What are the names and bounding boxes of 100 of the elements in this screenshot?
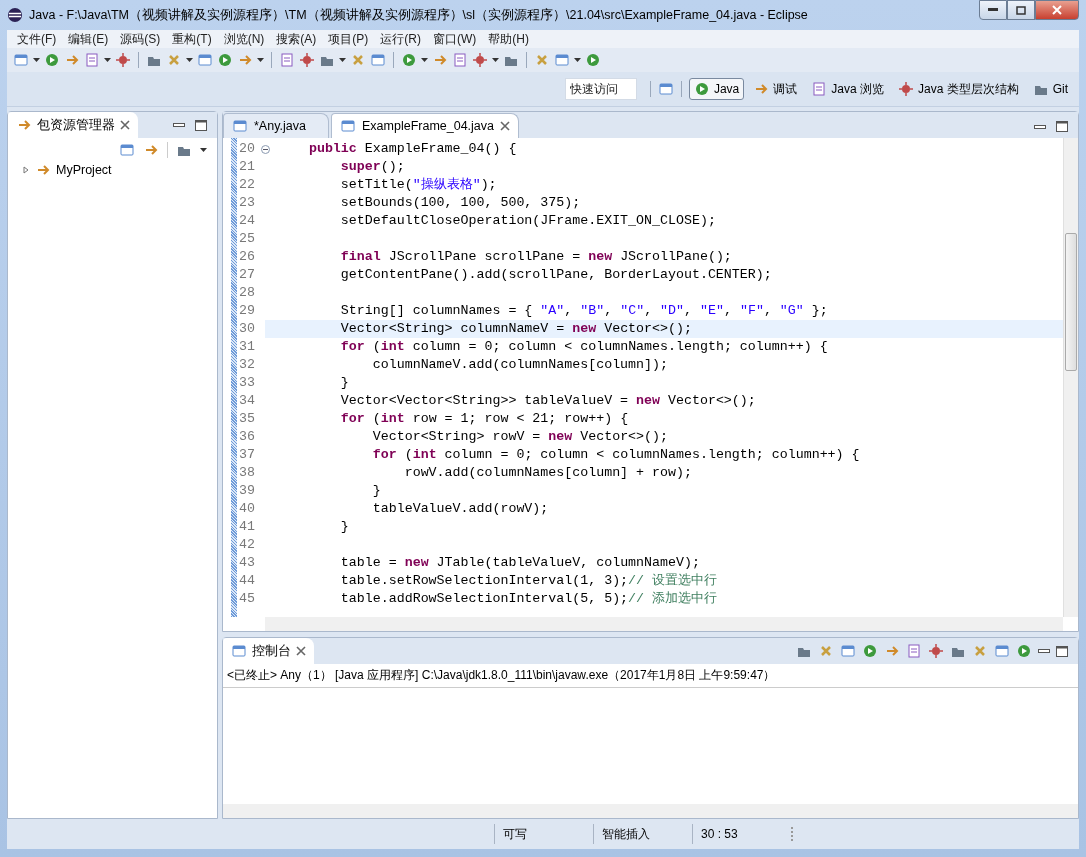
line-number: 21 xyxy=(238,158,256,176)
menu-item[interactable]: 浏览(N) xyxy=(217,30,271,48)
code-line: final JScrollPane scrollPane = new JScrollPane(); xyxy=(339,248,732,266)
line-number: 33 xyxy=(238,374,256,392)
menu-item[interactable]: 运行(R) xyxy=(374,30,427,48)
code-line: tableValueV.add(rowV); xyxy=(371,500,549,518)
minimize-icon[interactable] xyxy=(173,123,185,127)
close-icon[interactable] xyxy=(120,120,130,130)
perspective-button[interactable]: Java 类型层次结构 xyxy=(892,78,1024,100)
dropdown-caret-icon[interactable] xyxy=(257,58,264,62)
line-number: 25 xyxy=(238,230,256,248)
maximize-icon xyxy=(1016,5,1026,15)
code-line: public ExampleFrame_04() { xyxy=(307,140,517,158)
status-text: 智能插入 xyxy=(593,824,692,844)
code-line: table = new JTable(tableValueV, columnNameV); xyxy=(339,554,700,572)
menu-item[interactable]: 文件(F) xyxy=(11,30,63,48)
code-line: } xyxy=(371,482,381,500)
perspective-button[interactable]: Java 浏览 xyxy=(806,78,889,100)
code-line: super(); xyxy=(339,158,405,176)
status-text: 可写 xyxy=(494,824,593,844)
line-number: 42 xyxy=(238,536,256,554)
perspective-icon[interactable] xyxy=(897,81,914,97)
code-line: for (int column = 0; column < columnNames.length; column++) { xyxy=(339,338,828,356)
minimize-icon[interactable] xyxy=(1038,649,1050,653)
maximize-icon[interactable] xyxy=(1056,645,1068,657)
close-button[interactable] xyxy=(1035,0,1079,20)
menu-item[interactable]: 搜索(A) xyxy=(270,30,323,48)
tree-item[interactable]: MyProject xyxy=(56,163,112,177)
line-number: 40 xyxy=(238,500,256,518)
quick-access-field[interactable]: 快速访问 xyxy=(564,78,637,100)
line-number: 26 xyxy=(238,248,256,266)
horizontal-scrollbar[interactable] xyxy=(265,617,1063,631)
close-icon[interactable] xyxy=(500,121,510,131)
line-number: 32 xyxy=(238,356,256,374)
collapsed-arrow-icon[interactable] xyxy=(22,166,30,174)
menu-item[interactable]: 编辑(E) xyxy=(62,30,115,48)
maximize-icon[interactable] xyxy=(195,119,207,131)
line-number: 27 xyxy=(238,266,256,284)
dropdown-caret-icon[interactable] xyxy=(574,58,581,62)
code-line: columnNameV.add(columnNames[column]); xyxy=(371,356,668,374)
line-number: 22 xyxy=(238,176,256,194)
fold-icon[interactable] xyxy=(261,144,270,154)
perspective-button[interactable]: Java xyxy=(688,78,745,100)
line-number: 45 xyxy=(238,590,256,608)
perspective-icon[interactable] xyxy=(693,81,710,97)
eclipse-logo-icon xyxy=(7,7,23,23)
close-icon[interactable] xyxy=(296,646,306,656)
explorer-tab[interactable]: 包资源管理器 xyxy=(8,112,138,138)
code-line: table.addRowSelectionInterval(5, 5);// 添加选中行 xyxy=(339,590,718,608)
dropdown-caret-icon[interactable] xyxy=(339,58,346,62)
line-number: 30 xyxy=(238,320,256,338)
maximize-icon[interactable] xyxy=(1056,121,1068,132)
code-line: for (int column = 0; column < columnNames.length; column++) { xyxy=(371,446,860,464)
code-line: setBounds(100, 100, 500, 375); xyxy=(339,194,581,212)
perspective-icon[interactable] xyxy=(811,81,828,97)
minimize-icon[interactable] xyxy=(1034,124,1046,129)
code-line: table.setRowSelectionInterval(1, 3);// 设置选中行 xyxy=(339,572,718,590)
dropdown-caret-icon[interactable] xyxy=(33,58,40,62)
code-line: setDefaultCloseOperation(JFrame.EXIT_ON_CLOSE); xyxy=(339,212,716,230)
line-number: 36 xyxy=(238,428,256,446)
console-tab[interactable]: 控制台 xyxy=(223,638,314,664)
line-number: 31 xyxy=(238,338,256,356)
window-title: Java - F:\Java\TM（视频讲解及实例源程序）\TM（视频讲解及实例源程序）\sl（实例源程序）\21.04\src\ExampleFrame_04.java - Eclipse xyxy=(29,6,808,24)
perspective-button[interactable]: 调试 xyxy=(748,78,803,100)
dropdown-caret-icon[interactable] xyxy=(200,148,207,152)
close-icon xyxy=(1051,5,1063,15)
maximize-button[interactable] xyxy=(1007,0,1035,20)
line-number: 38 xyxy=(238,464,256,482)
code-line: } xyxy=(339,518,349,536)
line-number: 43 xyxy=(238,554,256,572)
console-description: <已终止> Any（1） [Java 应用程序] C:\Java\jdk1.8.0_111\bin\javaw.exe（2017年1月8日 上午9:59:47） xyxy=(223,664,1078,688)
minimize-button[interactable] xyxy=(979,0,1007,20)
line-number: 37 xyxy=(238,446,256,464)
line-number: 35 xyxy=(238,410,256,428)
dropdown-caret-icon[interactable] xyxy=(492,58,499,62)
dropdown-caret-icon[interactable] xyxy=(186,58,193,62)
line-number: 24 xyxy=(238,212,256,230)
code-line: String[] columnNames = { "A", "B", "C", "D", "E", "F", "G" }; xyxy=(339,302,828,320)
status-text: 30 : 53 xyxy=(692,824,791,844)
menu-item[interactable]: 重构(T) xyxy=(166,30,218,48)
editor-tab[interactable]: *Any.java xyxy=(223,113,329,138)
dropdown-caret-icon[interactable] xyxy=(104,58,111,62)
line-number: 41 xyxy=(238,518,256,536)
menu-item[interactable]: 源码(S) xyxy=(114,30,167,48)
editor-tab[interactable]: ExampleFrame_04.java xyxy=(331,113,519,138)
line-number: 34 xyxy=(238,392,256,410)
line-number: 23 xyxy=(238,194,256,212)
menu-item[interactable]: 项目(P) xyxy=(322,30,375,48)
menu-item[interactable]: 窗口(W) xyxy=(427,30,483,48)
vertical-scrollbar[interactable] xyxy=(1063,138,1078,617)
code-line: } xyxy=(339,374,349,392)
line-number: 29 xyxy=(238,302,256,320)
menu-item[interactable]: 帮助(H) xyxy=(482,30,535,48)
horizontal-scrollbar[interactable] xyxy=(223,804,1078,818)
line-number: 44 xyxy=(238,572,256,590)
perspective-button[interactable]: Git xyxy=(1027,78,1073,100)
code-line: for (int row = 1; row < 21; row++) { xyxy=(339,410,629,428)
dropdown-caret-icon[interactable] xyxy=(421,58,428,62)
console-icon[interactable] xyxy=(231,643,247,659)
line-number: 20 xyxy=(238,140,256,158)
